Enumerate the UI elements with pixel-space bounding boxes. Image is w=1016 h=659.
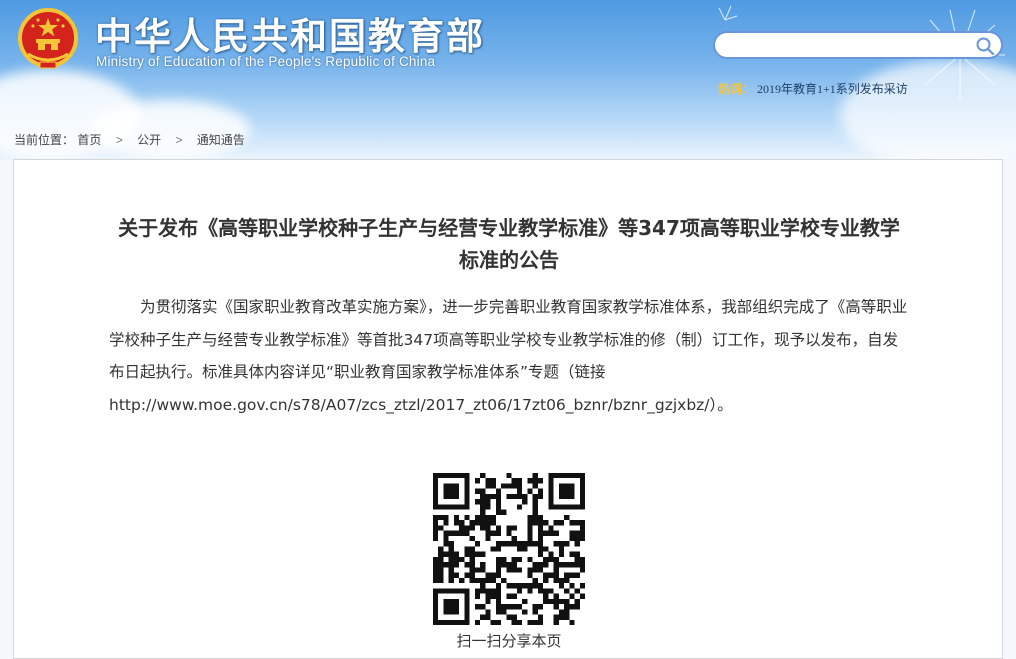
dandelion-decoration <box>914 9 1005 100</box>
article-body: 为贯彻落实《国家职业教育改革实施方案》，进一步完善职业教育国家教学标准体系，我部… <box>109 298 908 414</box>
hot-word-link[interactable]: 2019年教育1+1系列发布采访 <box>757 82 908 96</box>
qr-caption: 扫一扫分享本页 <box>456 632 562 650</box>
breadcrumb-home[interactable]: 首页 <box>77 133 101 147</box>
site-title: 中华人民共和国教育部 <box>95 15 485 58</box>
search-box <box>713 31 1003 59</box>
breadcrumb: 当前位置： 首页 > 公开 > 通知通告 <box>14 131 245 148</box>
national-emblem-icon <box>18 8 78 69</box>
breadcrumb-notices[interactable]: 通知通告 <box>197 133 245 147</box>
hot-words-separator: ： <box>742 82 755 96</box>
search-input[interactable] <box>729 36 963 56</box>
breadcrumb-separator: > <box>175 133 183 147</box>
hot-words: 热词： 2019年教育1+1系列发布采访 <box>718 80 908 97</box>
site-subtitle: Ministry of Education of the People's Re… <box>96 54 436 69</box>
search-icon[interactable] <box>975 36 995 56</box>
qr-code-image <box>433 473 585 625</box>
breadcrumb-public[interactable]: 公开 <box>137 133 161 147</box>
hot-words-label: 热词 <box>718 82 743 96</box>
cloud-decoration <box>90 100 250 160</box>
breadcrumb-prefix: 当前位置： <box>14 133 75 147</box>
breadcrumb-separator: > <box>115 133 123 147</box>
article-title: 关于发布《高等职业学校种子生产与经营专业教学标准》等347项高等职业学校专业教学… <box>118 216 900 272</box>
article-panel: 关于发布《高等职业学校种子生产与经营专业教学标准》等347项高等职业学校专业教学… <box>13 159 1003 659</box>
